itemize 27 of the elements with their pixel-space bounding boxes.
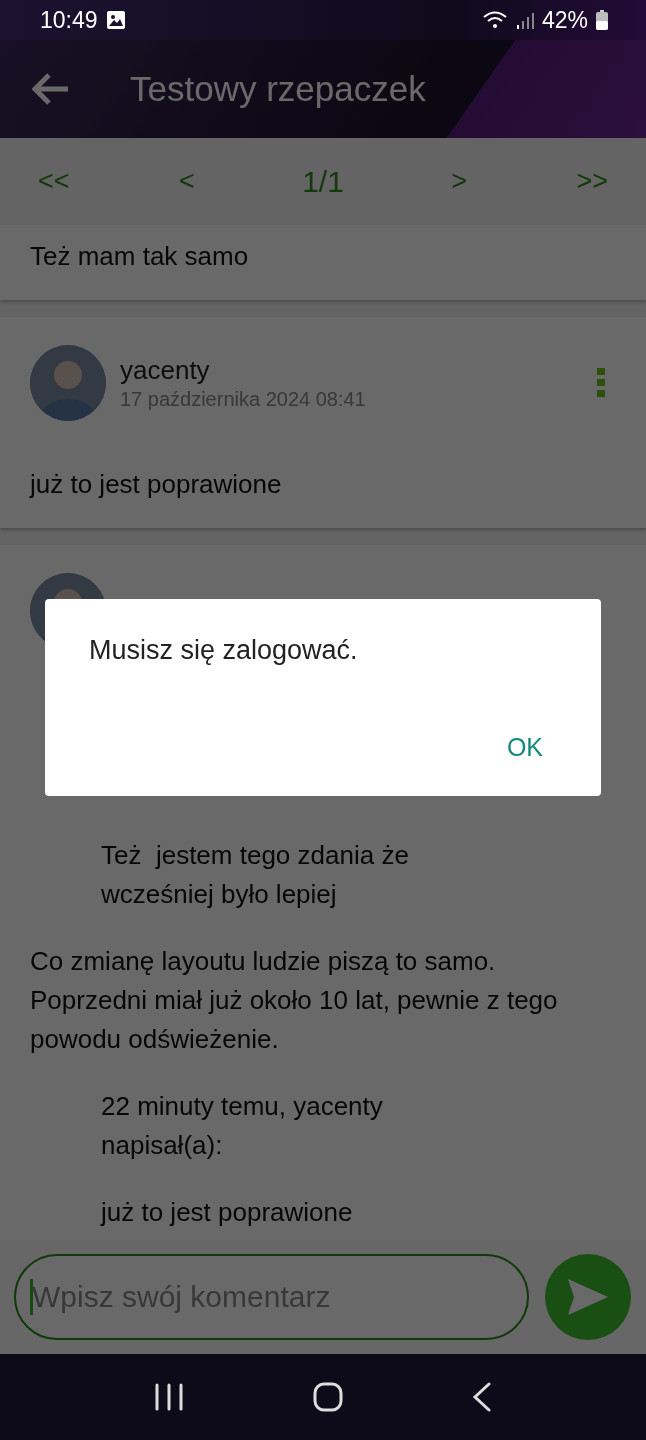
page-title: Testowy rzepaczek [130,69,426,109]
wifi-icon [481,10,508,30]
back-icon[interactable] [471,1382,492,1412]
comment-text: Też mam tak samo [30,240,250,273]
author-name: yacenty [120,355,211,386]
quote-text: Też jestem tego zdania że wcześniej było lepiej [101,839,410,911]
battery-icon [596,10,608,30]
home-icon[interactable] [313,1382,343,1412]
battery-percent: 42% [541,6,588,34]
page-indicator: 1/1 [302,164,344,199]
clock: 10:49 [40,6,98,34]
last-page-button[interactable]: >> [574,166,610,197]
dialog-message: Musisz się zalogować. [89,634,359,666]
quote-text: już to jest poprawione [101,1196,354,1229]
next-page-button[interactable]: > [449,166,470,197]
ok-button[interactable]: OK [492,728,557,766]
signal-icon [515,11,534,29]
first-page-button[interactable]: << [36,166,72,197]
recent-apps-icon[interactable] [154,1383,185,1411]
previous-page-button[interactable]: < [176,166,197,197]
back-arrow-icon[interactable] [32,72,70,106]
quote-text: 22 minuty temu, yacenty napisał(a): [101,1090,384,1162]
text-cursor [30,1279,33,1315]
comment-text: już to jest poprawione [30,468,283,501]
send-icon [566,1277,610,1317]
comment-text: Co zmianę layoutu ludzie piszą to samo. Poprzedni miał już około 10 lat, pewnie z tego powodu odświeżenie. [30,945,559,1056]
image-icon [105,10,126,30]
